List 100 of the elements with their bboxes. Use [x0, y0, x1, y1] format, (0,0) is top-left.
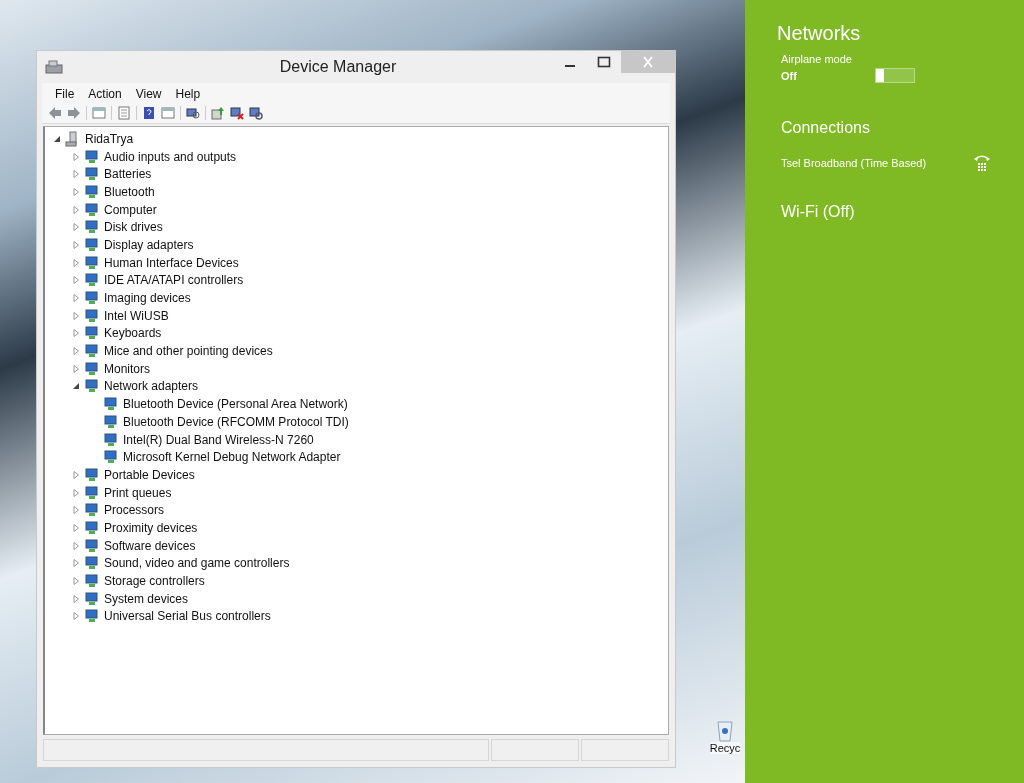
expand-arrow-icon[interactable]: [72, 364, 80, 373]
expand-arrow-icon[interactable]: [72, 612, 80, 621]
expand-arrow-icon[interactable]: [72, 347, 80, 356]
tree-item[interactable]: IDE ATA/ATAPI controllers: [104, 273, 244, 288]
window-title: Device Manager: [278, 58, 398, 76]
tree-item[interactable]: Computer: [104, 202, 157, 217]
expand-arrow-icon[interactable]: [72, 559, 80, 568]
maximize-icon: [597, 56, 611, 68]
forward-arrow-icon[interactable]: [67, 106, 81, 120]
tree-item[interactable]: Storage controllers: [104, 574, 205, 589]
device-icon: [84, 590, 100, 607]
enable-device-icon[interactable]: [249, 106, 263, 120]
menu-item[interactable]: Action: [88, 87, 122, 101]
tree-item[interactable]: Processors: [104, 503, 165, 518]
tree-item[interactable]: Software devices: [104, 538, 196, 553]
airplane-mode-label: Airplane mode: [781, 53, 853, 65]
tree-item[interactable]: Proximity devices: [104, 520, 198, 535]
tree-item[interactable]: Portable Devices: [104, 467, 195, 482]
expand-arrow-icon[interactable]: [72, 152, 80, 161]
expand-arrow-icon[interactable]: [72, 523, 80, 532]
airplane-mode-toggle[interactable]: [875, 68, 915, 83]
expand-arrow-icon[interactable]: [72, 577, 80, 586]
expand-arrow-icon[interactable]: [72, 187, 80, 196]
device-icon: [103, 396, 119, 413]
device-icon: [84, 325, 100, 342]
device-icon: [103, 449, 119, 466]
close-icon: [641, 56, 655, 68]
expand-arrow-icon[interactable]: [72, 506, 80, 515]
expand-arrow-icon[interactable]: [72, 258, 80, 267]
tree-item[interactable]: Mice and other pointing devices: [104, 344, 273, 359]
expand-arrow-icon[interactable]: [72, 488, 80, 497]
device-icon: [84, 466, 100, 483]
tree-item[interactable]: Network adapters: [104, 379, 199, 394]
device-icon: [84, 254, 100, 271]
tree-item[interactable]: Disk drives: [104, 220, 163, 235]
expand-arrow-icon[interactable]: [72, 276, 80, 285]
help-icon[interactable]: [142, 106, 156, 120]
panel-title: Networks: [777, 22, 862, 45]
tree-item[interactable]: Audio inputs and outputs: [104, 149, 237, 164]
back-arrow-icon[interactable]: [48, 106, 62, 120]
device-icon: [84, 378, 100, 395]
device-icon: [84, 502, 100, 519]
tree-item[interactable]: Human Interface Devices: [104, 255, 239, 270]
tree-item[interactable]: Keyboards: [104, 326, 162, 341]
device-icon: [84, 201, 100, 218]
device-icon: [103, 431, 119, 448]
console-tree-icon[interactable]: [92, 106, 106, 120]
tree-item[interactable]: Print queues: [104, 485, 172, 500]
update-driver-icon[interactable]: [211, 106, 225, 120]
expand-arrow-icon[interactable]: [72, 205, 80, 214]
device-icon: [84, 272, 100, 289]
device-icon: [84, 360, 100, 377]
device-icon: [84, 519, 100, 536]
tree-item[interactable]: Display adapters: [104, 237, 194, 252]
tree-item[interactable]: RidaTrya: [85, 131, 134, 146]
expand-arrow-icon[interactable]: [72, 311, 80, 320]
recycle-bin-icon[interactable]: [715, 718, 735, 742]
device-icon: [84, 537, 100, 554]
expand-arrow-icon[interactable]: [72, 541, 80, 550]
tree-item[interactable]: System devices: [104, 591, 189, 606]
minimize-icon: [565, 65, 575, 67]
expand-arrow-icon[interactable]: [72, 594, 80, 603]
tree-item[interactable]: Monitors: [104, 361, 150, 376]
device-icon: [84, 608, 100, 625]
device-icon: [84, 290, 100, 307]
connections-heading: Connections: [781, 119, 871, 137]
uninstall-icon[interactable]: [230, 106, 244, 120]
menu-item[interactable]: File: [55, 87, 75, 101]
tree-item[interactable]: Microsoft Kernel Debug Network Adapter: [123, 450, 341, 465]
action-pane-icon[interactable]: [161, 106, 175, 120]
device-icon: [84, 236, 100, 253]
tree-item[interactable]: Bluetooth Device (RFCOMM Protocol TDI): [123, 414, 349, 429]
device-icon: [84, 307, 100, 324]
collapse-arrow-icon[interactable]: [72, 382, 80, 391]
expand-arrow-icon[interactable]: [72, 240, 80, 249]
device-icon: [84, 219, 100, 236]
tree-item[interactable]: Universal Serial Bus controllers: [104, 609, 271, 624]
scan-hardware-icon[interactable]: [186, 106, 200, 120]
tree-item[interactable]: Sound, video and game controllers: [104, 556, 290, 571]
tree-item[interactable]: Bluetooth Device (Personal Area Network): [123, 397, 348, 412]
expand-arrow-icon[interactable]: [72, 294, 80, 303]
tree-item[interactable]: Intel(R) Dual Band Wireless-N 7260: [123, 432, 314, 447]
device-icon: [84, 183, 100, 200]
collapse-arrow-icon[interactable]: [53, 134, 61, 143]
expand-arrow-icon[interactable]: [72, 170, 80, 179]
tree-item[interactable]: Imaging devices: [104, 291, 191, 306]
tree-item[interactable]: Bluetooth: [104, 184, 155, 199]
expand-arrow-icon[interactable]: [72, 470, 80, 479]
tree-item[interactable]: Batteries: [104, 167, 152, 182]
tree-item[interactable]: Intel WiUSB: [104, 308, 169, 323]
device-manager-icon: [45, 59, 63, 75]
menu-item[interactable]: View: [135, 87, 162, 101]
device-icon: [84, 148, 100, 165]
expand-arrow-icon[interactable]: [72, 223, 80, 232]
desktop-icon-label[interactable]: Recyc: [709, 742, 741, 754]
menu-item[interactable]: Help: [175, 87, 201, 101]
device-icon: [84, 343, 100, 360]
properties-icon[interactable]: [117, 106, 131, 120]
expand-arrow-icon[interactable]: [72, 329, 80, 338]
device-icon: [84, 573, 100, 590]
